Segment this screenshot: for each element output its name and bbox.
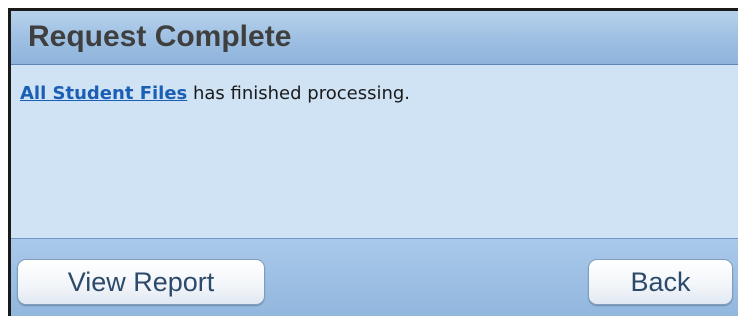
request-complete-dialog: Request Complete All Student Files has f… bbox=[8, 8, 738, 316]
dialog-footer: View Report Back bbox=[11, 239, 738, 316]
status-message: All Student Files has finished processin… bbox=[20, 83, 410, 104]
dialog-header: Request Complete bbox=[11, 11, 738, 65]
status-message-text: has finished processing. bbox=[187, 83, 411, 104]
view-report-button[interactable]: View Report bbox=[17, 259, 265, 305]
all-student-files-link[interactable]: All Student Files bbox=[20, 83, 187, 104]
dialog-body: All Student Files has finished processin… bbox=[11, 65, 738, 239]
back-button[interactable]: Back bbox=[588, 259, 733, 305]
dialog-title: Request Complete bbox=[28, 20, 292, 53]
